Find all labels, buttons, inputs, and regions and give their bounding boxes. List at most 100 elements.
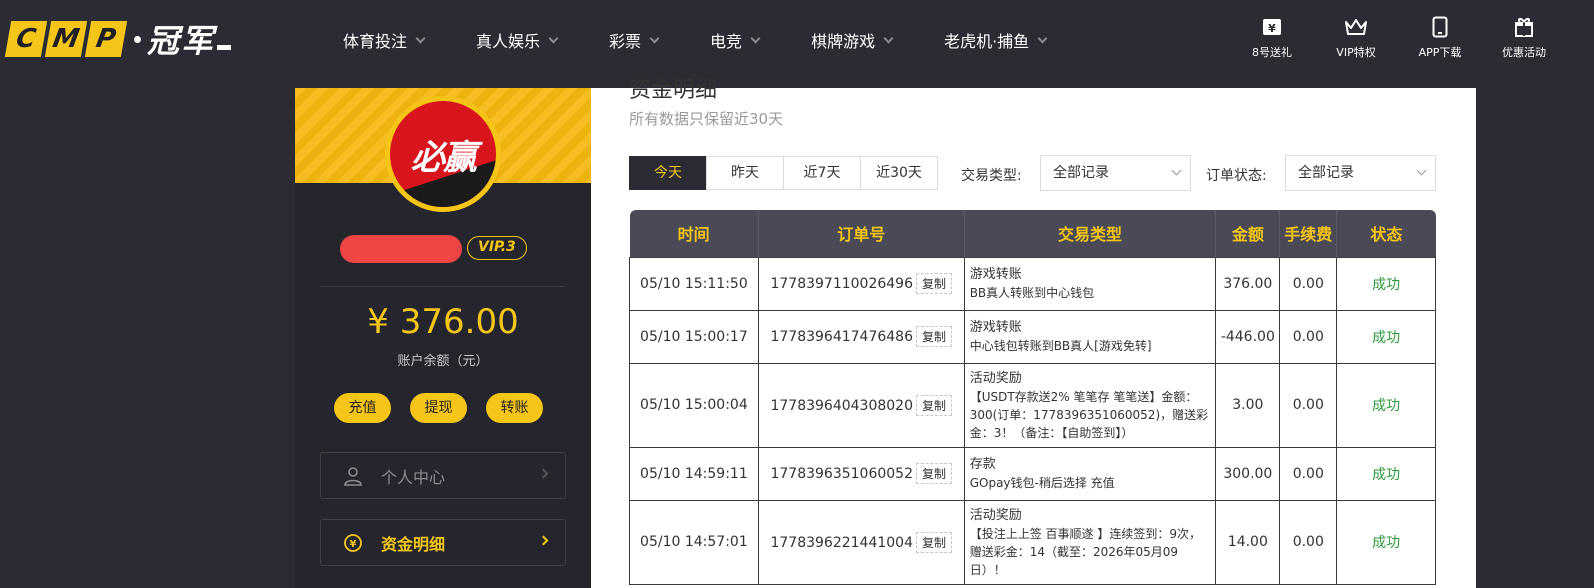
page-subtitle: 所有数据只保留近30天 xyxy=(629,110,784,128)
cell-time: 05/10 15:11:50 xyxy=(629,256,759,311)
vip-badge: VIP.3 xyxy=(467,236,527,260)
crown-icon xyxy=(1344,16,1368,38)
menu-personal-center[interactable]: 个人中心 xyxy=(320,452,566,499)
menu-fund-details[interactable]: ¥ 资金明细 xyxy=(320,519,566,566)
tab-30-days[interactable]: 近30天 xyxy=(860,156,938,190)
nav-item-slots-fishing[interactable]: 老虎机·捕鱼 xyxy=(944,28,1048,52)
chevron-down-icon xyxy=(548,33,559,43)
shortcut-promotions[interactable]: 优惠活动 xyxy=(1482,16,1566,60)
logo-letter: P xyxy=(84,21,128,57)
logo-dash xyxy=(217,44,232,50)
chevron-down-icon xyxy=(750,33,761,43)
copy-button[interactable]: 复制 xyxy=(915,326,952,347)
cell-amount: 300.00 xyxy=(1215,446,1281,501)
withdraw-button[interactable]: 提现 xyxy=(410,393,467,423)
nav-item-label: 体育投注 xyxy=(343,32,408,51)
nav-item-esports[interactable]: 电竞 xyxy=(710,28,761,52)
deposit-button[interactable]: 充值 xyxy=(334,393,391,423)
type-desc: 【投注上上签 百事顺遂 】连续签到：9次，赠送彩金：14（截至：2026年05月… xyxy=(969,526,1201,577)
cell-fee: 0.00 xyxy=(1279,362,1338,448)
tab-today[interactable]: 今天 xyxy=(629,156,707,190)
cell-status: 成功 xyxy=(1336,362,1436,448)
cell-fee: 0.00 xyxy=(1279,499,1338,585)
logo-dot xyxy=(134,35,141,43)
chevron-down-icon xyxy=(1171,165,1182,176)
header-shortcuts: ¥ 8号送礼 VIP特权 APP下载 优惠活动 xyxy=(1230,16,1566,60)
type-desc: GOpay钱包-稍后选择 充值 xyxy=(969,476,1115,490)
balance-amount: ¥ 376.00 xyxy=(367,302,519,342)
copy-button[interactable]: 复制 xyxy=(915,394,952,416)
cell-status: 成功 xyxy=(1336,499,1436,585)
table-header-row: 时间 订单号 交易类型 金额 手续费 状态 xyxy=(629,210,1436,257)
avatar-text: 必赢 xyxy=(411,137,477,178)
nav-item-label: 老虎机·捕鱼 xyxy=(944,32,1030,51)
cell-amount: 376.00 xyxy=(1215,256,1281,311)
cell-order: 1778396404308020 复制 xyxy=(757,362,965,448)
logo-letter: C xyxy=(4,21,48,57)
transaction-type-select[interactable]: 全部记录 xyxy=(1040,155,1191,191)
transactions-table: 时间 订单号 交易类型 金额 手续费 状态 05/10 15:11:50 177… xyxy=(629,210,1436,585)
cell-status: 成功 xyxy=(1336,256,1436,311)
column-header: 时间 xyxy=(629,210,759,257)
order-number: 1778396351060052 xyxy=(770,466,913,482)
chevron-down-icon xyxy=(883,33,894,43)
nav-item-label: 彩票 xyxy=(609,32,642,51)
svg-text:¥: ¥ xyxy=(350,539,357,550)
select-value: 全部记录 xyxy=(1053,165,1109,181)
shortcut-gift-8[interactable]: ¥ 8号送礼 xyxy=(1230,16,1314,60)
select-value: 全部记录 xyxy=(1298,165,1354,181)
nav-item-live-casino[interactable]: 真人娱乐 xyxy=(476,28,559,52)
avatar-image: 必赢 xyxy=(390,101,496,207)
copy-button[interactable]: 复制 xyxy=(915,531,952,553)
gift-icon xyxy=(1512,16,1536,38)
cell-type: 活动奖励【USDT存款送2% 笔笔存 笔笔送】金额：300(订单：1778396… xyxy=(963,362,1217,448)
shortcut-vip[interactable]: VIP特权 xyxy=(1314,16,1398,60)
type-title: 游戏转账 xyxy=(969,267,1022,282)
chevron-down-icon xyxy=(649,33,660,43)
table-row: 05/10 14:59:11 1778396351060052 复制 存款 GOpa… xyxy=(629,446,1436,501)
tab-yesterday[interactable]: 昨天 xyxy=(706,156,784,190)
shortcut-label: APP下载 xyxy=(1418,46,1462,59)
cell-type: 游戏转账 BB真人转账到中心钱包 xyxy=(963,256,1217,311)
shortcut-label: 优惠活动 xyxy=(1502,46,1546,59)
cell-status: 成功 xyxy=(1336,309,1436,364)
type-title: 活动奖励 xyxy=(969,370,1022,386)
cell-type: 活动奖励【投注上上签 百事顺遂 】连续签到：9次，赠送彩金：14（截至：2026… xyxy=(963,499,1217,585)
brand-logo[interactable]: C M P 冠军 xyxy=(4,20,232,60)
shortcut-app[interactable]: APP下载 xyxy=(1398,16,1482,60)
cell-time: 05/10 14:57:01 xyxy=(629,499,759,585)
table-row: 05/10 14:57:01 1778396221441004 复制 活动奖励【投… xyxy=(629,499,1436,585)
column-header: 金额 xyxy=(1215,210,1280,257)
cell-type: 游戏转账 中心钱包转账到BB真人[游戏免转] xyxy=(963,309,1217,364)
type-title: 存款 xyxy=(969,457,996,472)
cell-type: 存款 GOpay钱包-稍后选择 充值 xyxy=(963,446,1217,501)
transfer-button[interactable]: 转账 xyxy=(486,393,543,423)
order-status-select[interactable]: 全部记录 xyxy=(1285,155,1436,191)
tab-7-days[interactable]: 近7天 xyxy=(783,156,861,190)
type-desc: 【USDT存款送2% 笔笔存 笔笔送】金额：300(订单：17783963510… xyxy=(969,389,1209,440)
type-title: 活动奖励 xyxy=(969,507,1022,523)
cell-amount: 14.00 xyxy=(1215,499,1281,585)
chevron-down-icon xyxy=(415,33,426,43)
copy-button[interactable]: 复制 xyxy=(915,463,952,484)
svg-text:¥: ¥ xyxy=(1268,22,1276,35)
nav-item-label: 棋牌游戏 xyxy=(811,32,876,51)
nav-item-lottery[interactable]: 彩票 xyxy=(609,28,660,52)
fund-details-panel: 资金明细 所有数据只保留近30天 今天 昨天 近7天 近30天 交易类型: 全部… xyxy=(591,78,1476,588)
cell-fee: 0.00 xyxy=(1279,256,1338,311)
nav-item-sports[interactable]: 体育投注 xyxy=(343,28,426,52)
copy-button[interactable]: 复制 xyxy=(915,273,952,294)
nav-item-label: 电竞 xyxy=(710,32,743,51)
order-status-label: 订单状态: xyxy=(1206,168,1267,184)
cell-time: 05/10 15:00:04 xyxy=(629,362,759,448)
cell-status: 成功 xyxy=(1336,446,1436,501)
balance-label: 账户余额（元） xyxy=(397,354,489,369)
shortcut-label: 8号送礼 xyxy=(1252,46,1292,59)
nav-item-card-games[interactable]: 棋牌游戏 xyxy=(811,28,894,52)
page-title: 资金明细 xyxy=(629,78,718,103)
avatar[interactable]: 必赢 xyxy=(385,96,501,212)
type-desc: BB真人转账到中心钱包 xyxy=(969,286,1095,300)
cell-order: 1778396351060052 复制 xyxy=(757,446,965,501)
column-header: 交易类型 xyxy=(963,210,1216,257)
cell-order: 1778396221441004 复制 xyxy=(757,499,965,585)
